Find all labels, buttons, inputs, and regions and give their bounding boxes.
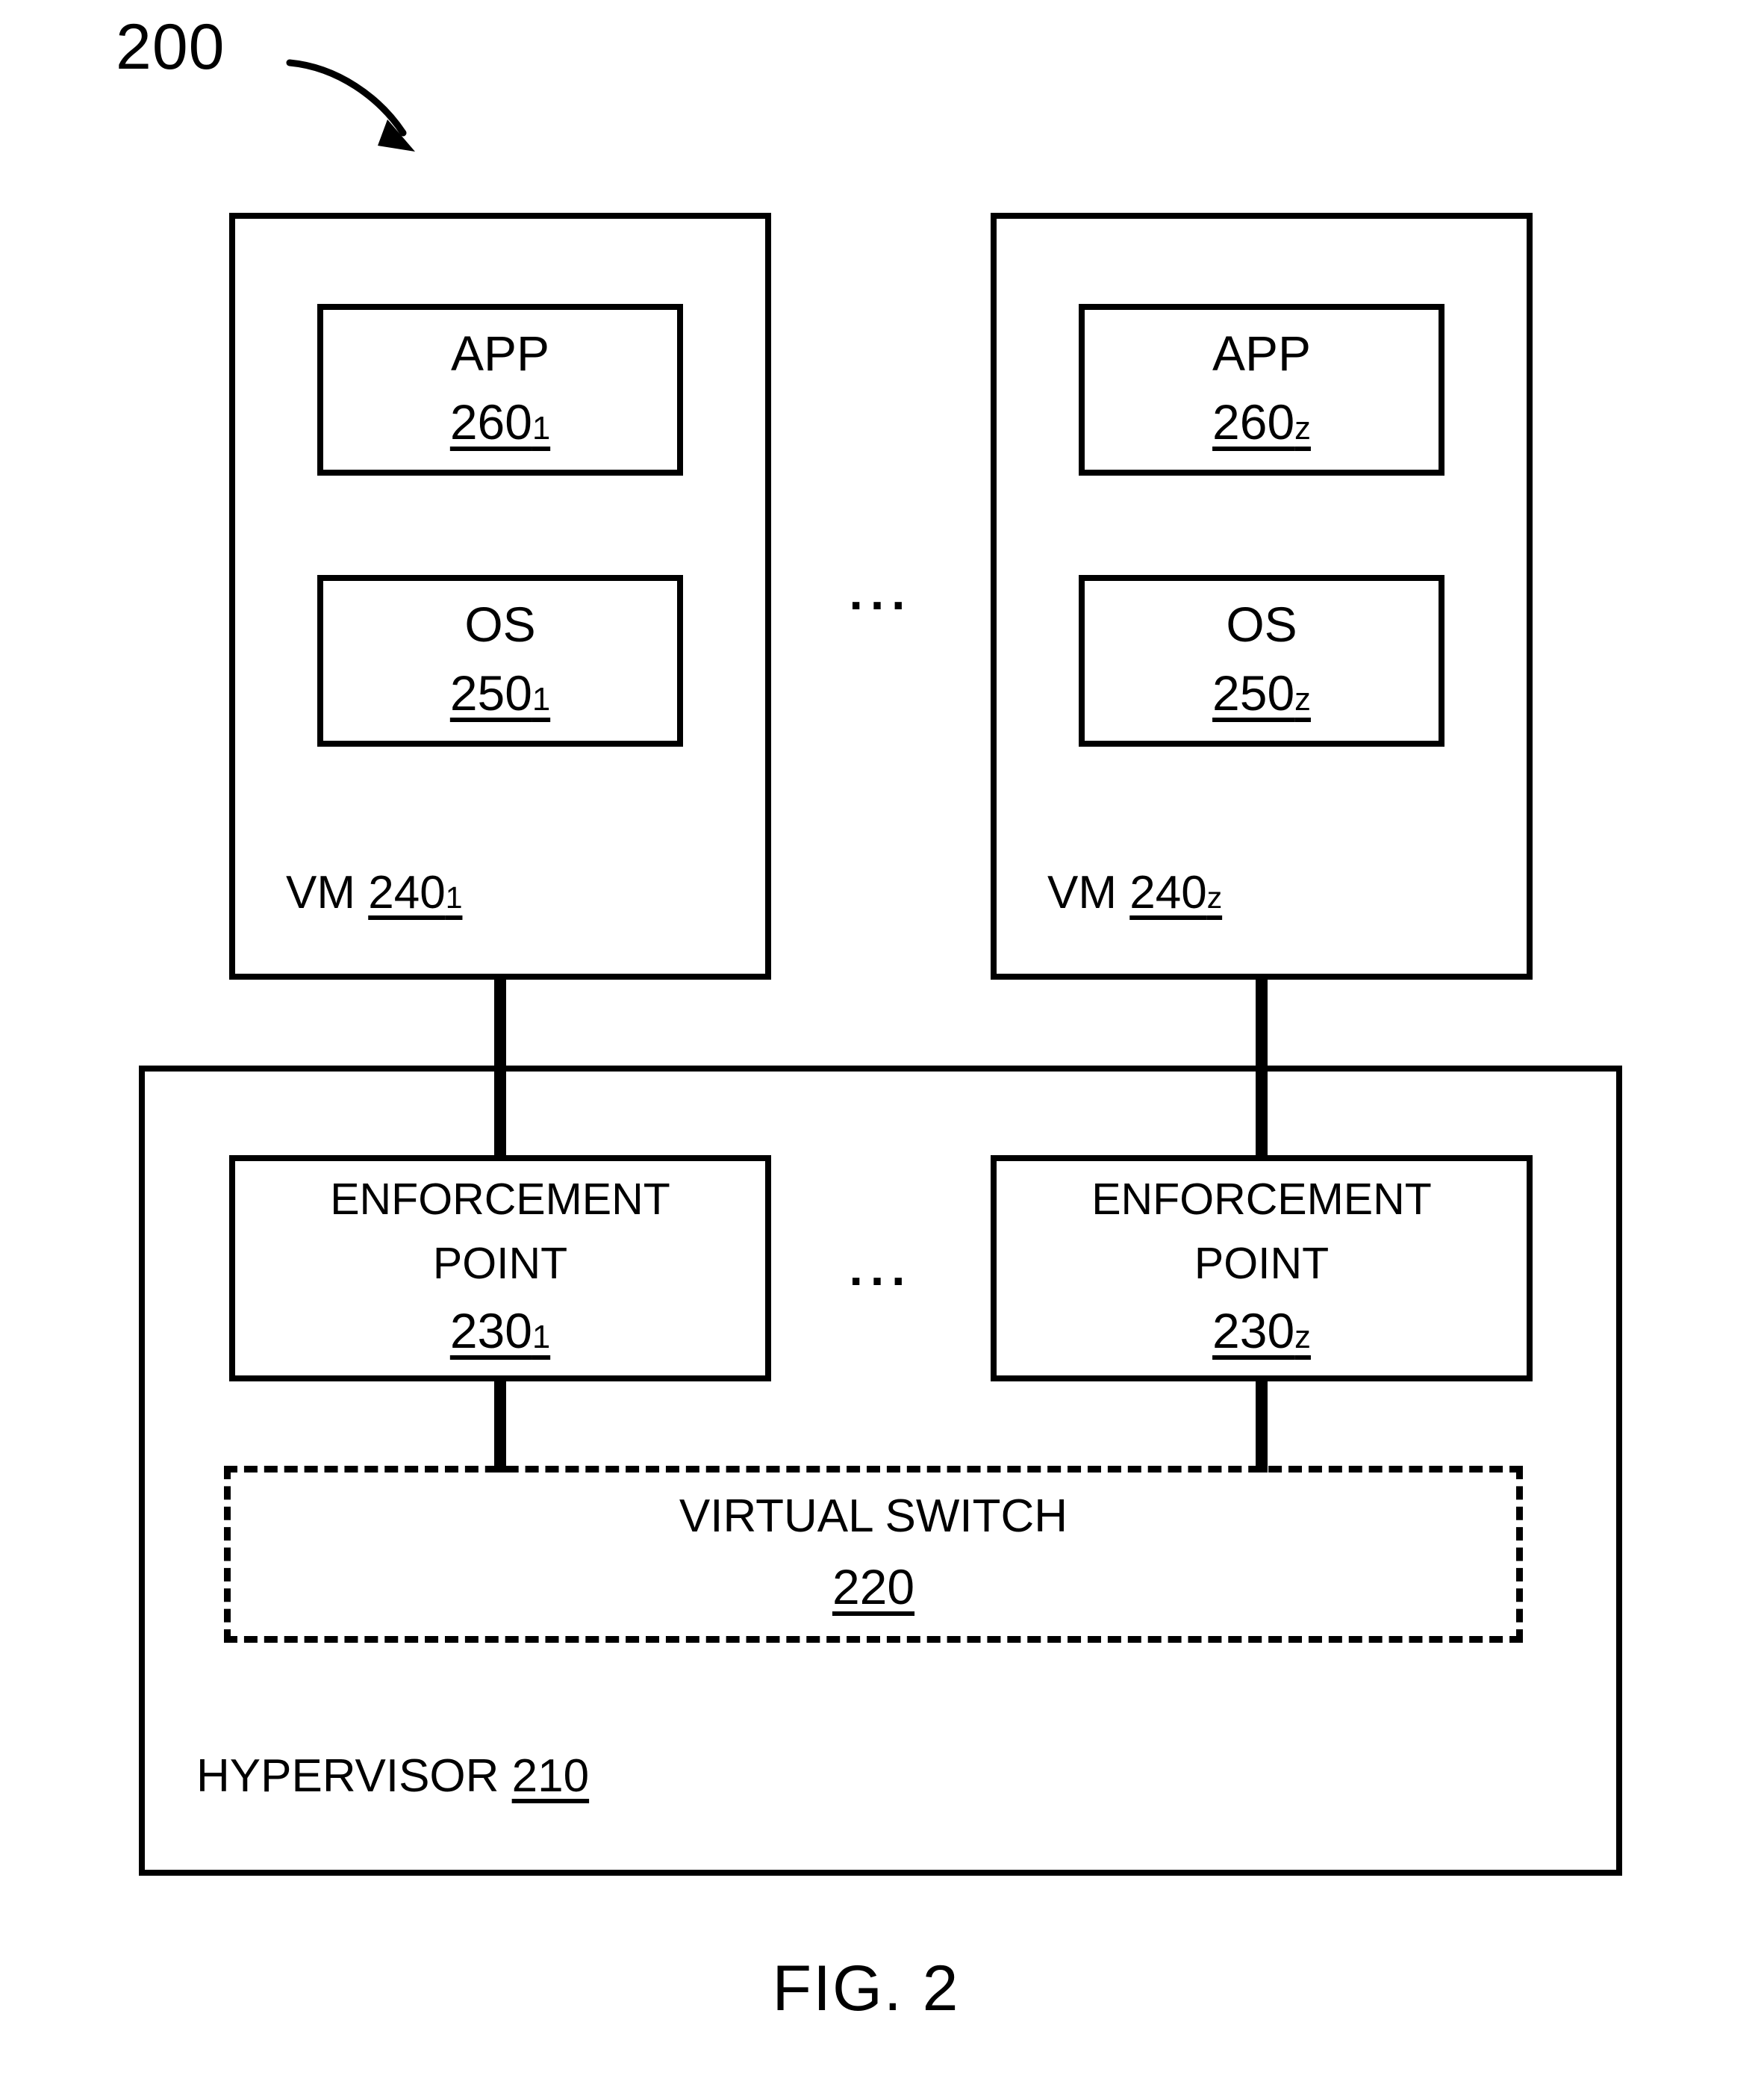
app-title-1: APP [450,326,550,381]
os-numeral-subscript-1: 1 [532,682,551,718]
lead-line-arrow-icon [286,59,415,152]
app-numeral-value-1: 260 [449,394,532,450]
connector-enforcement-point-z-to-virtual-switch [1256,1375,1268,1473]
hypervisor-label-numeral: 210 [511,1750,590,1802]
vm-label-subscript-1: 1 [445,880,463,915]
app-numeral-1: 2601 [450,397,550,447]
connector-enforcement-point-1-to-virtual-switch [494,1375,506,1473]
enforcement-point-numeral-value-1: 230 [449,1303,532,1358]
hypervisor-label: HYPERVISOR 210 [196,1753,589,1800]
figure-caption: FIG. 2 [772,1953,960,2024]
virtual-switch-numeral-value: 220 [832,1559,915,1614]
app-numeral-z: 260z [1212,397,1311,447]
enforcement-row-ellipsis: ... [849,1240,913,1296]
os-numeral-value-1: 250 [449,665,532,721]
hypervisor-label-prefix: HYPERVISOR [196,1750,512,1802]
os-numeral-z: 250z [1212,668,1311,718]
vm-label-numeral-z: 240 [1129,867,1207,918]
os-numeral-subscript-z: z [1294,682,1311,718]
app-title-z: APP [1212,326,1312,381]
app-numeral-subscript-z: z [1294,411,1311,447]
enforcement-point-line1-1: ENFORCEMENT [330,1175,670,1224]
enforcement-point-line1-z: ENFORCEMENT [1091,1175,1432,1224]
virtual-switch-numeral: 220 [832,1562,914,1611]
app-numeral-value-z: 260 [1212,394,1295,450]
vm-label-prefix-1: VM [286,867,369,918]
enforcement-point-numeral-value-z: 230 [1212,1303,1295,1358]
enforcement-point-numeral-z: 230z [1212,1306,1311,1355]
vm-label-numeral-1: 240 [368,867,446,918]
app-numeral-subscript-1: 1 [532,411,551,447]
enforcement-point-numeral-subscript-1: 1 [532,1319,551,1355]
enforcement-point-line2-z: POINT [1194,1239,1330,1288]
vm-label-z: VM 240z [1047,870,1222,916]
os-title-1: OS [464,597,536,652]
figure-reference-numeral: 200 [116,11,225,83]
virtual-switch-title: VIRTUAL SWITCH [679,1490,1068,1542]
enforcement-point-line2-1: POINT [432,1239,568,1288]
vm-label-subscript-z: z [1206,880,1223,915]
enforcement-point-numeral-subscript-z: z [1294,1319,1311,1355]
os-numeral-1: 2501 [450,668,550,718]
enforcement-point-numeral-1: 2301 [450,1306,550,1355]
os-numeral-value-z: 250 [1212,665,1295,721]
patent-figure-200: 200 APP 2601 OS 2501 VM 2401 APP 260z OS… [0,0,1764,2096]
os-title-z: OS [1226,597,1297,652]
vm-label-1: VM 2401 [286,870,462,916]
vm-row-ellipsis: ... [849,565,913,620]
vm-label-prefix-z: VM [1047,867,1130,918]
